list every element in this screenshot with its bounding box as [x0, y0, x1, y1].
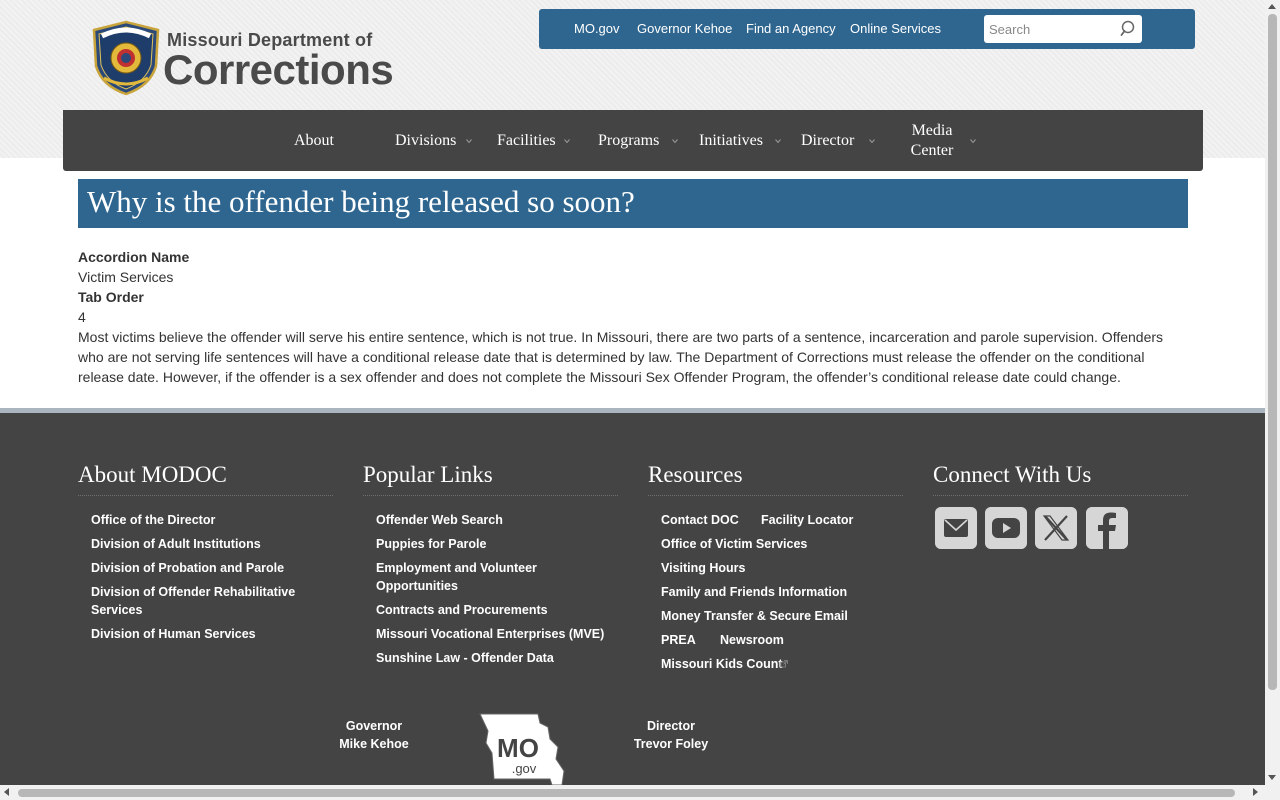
footer-link[interactable]: Visiting Hours: [661, 559, 746, 577]
search-input[interactable]: [984, 15, 1117, 43]
footer-heading-connect: Connect With Us: [933, 461, 1188, 496]
footer-link[interactable]: Family and Friends Information: [661, 583, 847, 601]
footer-link[interactable]: Missouri Kids Count: [661, 655, 783, 673]
footer-heading-resources: Resources: [648, 461, 903, 496]
scroll-up-icon[interactable]: [1268, 4, 1276, 9]
footer-link[interactable]: Employment and Volunteer Opportunities: [376, 559, 566, 595]
footer-link[interactable]: Office of the Director: [91, 511, 215, 529]
site-footer: About MODOC Office of the Director Divis…: [0, 413, 1265, 800]
nav-item-director[interactable]: Director: [801, 110, 854, 171]
nav-label: Initiatives: [699, 131, 763, 149]
site-logo[interactable]: Missouri Department of Corrections: [90, 20, 410, 96]
scroll-down-icon[interactable]: [1268, 775, 1276, 780]
nav-item-divisions[interactable]: Divisions: [395, 110, 456, 171]
governor-name[interactable]: Mike Kehoe: [334, 735, 414, 753]
body-text: Most victims believe the offender will s…: [78, 329, 1164, 385]
nav-item-about[interactable]: About: [281, 110, 347, 171]
footer-col-popular: Popular Links Offender Web Search Puppie…: [363, 461, 618, 665]
chevron-down-icon: [970, 139, 976, 144]
footer-link[interactable]: Office of Victim Services: [661, 535, 807, 553]
footer-link[interactable]: Offender Web Search: [376, 511, 503, 529]
footer-link[interactable]: Division of Probation and Parole: [91, 559, 284, 577]
chevron-down-icon: [564, 139, 570, 144]
footer-link[interactable]: PREA: [661, 631, 696, 649]
field-value-accordion-name: Victim Services: [78, 269, 174, 285]
page-content: Accordion Name Victim Services Tab Order…: [78, 247, 1178, 387]
search-icon[interactable]: [1119, 19, 1139, 39]
footer-col-about: About MODOC Office of the Director Divis…: [78, 461, 333, 641]
chevron-down-icon: [672, 139, 678, 144]
footer-link[interactable]: Contracts and Procurements: [376, 601, 548, 619]
email-icon[interactable]: [935, 507, 977, 549]
page-title: Why is the offender being released so so…: [87, 184, 635, 219]
footer-link[interactable]: Sunshine Law - Offender Data: [376, 649, 554, 667]
mo-gov-subtext: .gov: [512, 761, 537, 776]
facebook-icon[interactable]: [1086, 507, 1128, 549]
x-twitter-icon[interactable]: [1035, 507, 1077, 549]
footer-link[interactable]: Newsroom: [720, 631, 784, 649]
footer-col-connect: Connect With Us: [933, 461, 1188, 496]
missouri-corrections-seal-icon: [92, 20, 160, 96]
footer-link[interactable]: Division of Adult Institutions: [91, 535, 261, 553]
footer-link[interactable]: Puppies for Parole: [376, 535, 486, 553]
scroll-left-icon[interactable]: [4, 788, 9, 796]
footer-link[interactable]: Contact DOC: [661, 511, 739, 529]
vertical-scroll-thumb[interactable]: [1268, 14, 1277, 690]
footer-col-resources: Resources Contact DOC Facility Locator O…: [648, 461, 903, 671]
utility-link-find-agency[interactable]: Find an Agency: [746, 21, 836, 36]
chevron-down-icon: [466, 139, 472, 144]
director-title[interactable]: Director: [642, 717, 700, 735]
nav-item-facilities[interactable]: Facilities: [497, 110, 556, 171]
main-nav: About Divisions Facilities Programs Init…: [63, 110, 1203, 171]
field-label-tab-order: Tab Order: [78, 289, 144, 305]
scrollbar-corner: [1265, 785, 1280, 800]
nav-label: Director: [801, 131, 855, 149]
vertical-scrollbar[interactable]: [1265, 0, 1280, 785]
search-box: [984, 15, 1142, 43]
utility-nav: MO.gov Governor Kehoe Find an Agency Onl…: [539, 9, 1195, 49]
utility-link-governor[interactable]: Governor Kehoe: [637, 21, 732, 36]
page-title-bar: Why is the offender being released so so…: [78, 179, 1188, 228]
field-value-tab-order: 4: [78, 309, 86, 325]
nav-label: Programs: [598, 131, 660, 149]
chevron-down-icon: [775, 139, 781, 144]
footer-link[interactable]: Money Transfer & Secure Email: [661, 607, 848, 625]
nav-label: Divisions: [395, 131, 457, 149]
chevron-down-icon: [869, 139, 875, 144]
governor-title[interactable]: Governor: [340, 717, 408, 735]
nav-item-programs[interactable]: Programs: [598, 110, 659, 171]
footer-link[interactable]: Facility Locator: [761, 511, 853, 529]
scroll-right-icon[interactable]: [1253, 788, 1258, 796]
director-name[interactable]: Trevor Foley: [630, 735, 712, 753]
mo-gov-text: MO: [497, 733, 539, 763]
nav-label: About: [294, 131, 334, 149]
logo-corrections-text: Corrections: [163, 46, 394, 93]
youtube-icon[interactable]: [985, 507, 1027, 549]
horizontal-scrollbar[interactable]: [0, 785, 1265, 800]
footer-link[interactable]: Division of Human Services: [91, 625, 256, 643]
mo-gov-logo[interactable]: MO .gov: [478, 713, 566, 787]
utility-link-mogov[interactable]: MO.gov: [574, 21, 620, 36]
field-label-accordion-name: Accordion Name: [78, 249, 190, 265]
nav-label: Media Center: [910, 121, 954, 159]
footer-heading-popular: Popular Links: [363, 461, 618, 496]
footer-link[interactable]: Missouri Vocational Enterprises (MVE): [376, 625, 604, 643]
utility-link-online-services[interactable]: Online Services: [850, 21, 941, 36]
nav-item-initiatives[interactable]: Initiatives: [699, 110, 763, 171]
footer-link[interactable]: Division of Offender Rehabilitative Serv…: [91, 583, 311, 619]
nav-label: Facilities: [497, 131, 556, 149]
horizontal-scroll-thumb[interactable]: [18, 789, 1235, 797]
external-link-icon: [780, 660, 788, 668]
footer-heading-about: About MODOC: [78, 461, 333, 496]
nav-item-media-center[interactable]: Media Center: [903, 110, 961, 171]
